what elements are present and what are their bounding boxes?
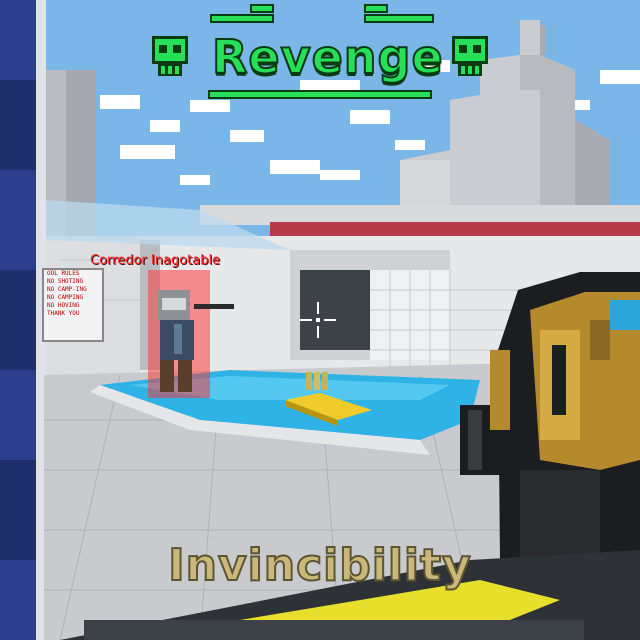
sign-line: NO CAMP-ING bbox=[47, 286, 87, 293]
banner-top-bar-left-2 bbox=[210, 14, 274, 23]
ammo-pickup bbox=[306, 372, 328, 390]
skull-icon bbox=[452, 36, 488, 76]
banner-bottom-bar bbox=[208, 90, 432, 99]
skull-icon bbox=[152, 36, 188, 76]
sign-line: NO HOVING bbox=[47, 302, 80, 309]
crosshair-icon bbox=[300, 302, 336, 338]
enemy-name-tag: Corredor Inagotable bbox=[90, 253, 221, 268]
banner-top-bar-left bbox=[250, 4, 274, 13]
revenge-banner: Revenge bbox=[150, 4, 490, 99]
sign-line: NO CAMPING bbox=[47, 294, 84, 301]
banner-top-bar-right bbox=[364, 4, 388, 13]
roof-stripe bbox=[270, 222, 640, 238]
pool-rules-sign: OOL RULES NO SHOTING NO CAMP-ING NO CAMP… bbox=[42, 268, 104, 342]
revenge-banner-text: Revenge bbox=[211, 29, 444, 85]
sign-line: THANK YOU bbox=[47, 310, 80, 317]
sign-line: OOL RULES bbox=[47, 270, 80, 277]
banner-top-bar-right-2 bbox=[364, 14, 434, 23]
sign-line: NO SHOTING bbox=[47, 278, 84, 285]
invincibility-status-text: Invincibility bbox=[167, 539, 472, 592]
